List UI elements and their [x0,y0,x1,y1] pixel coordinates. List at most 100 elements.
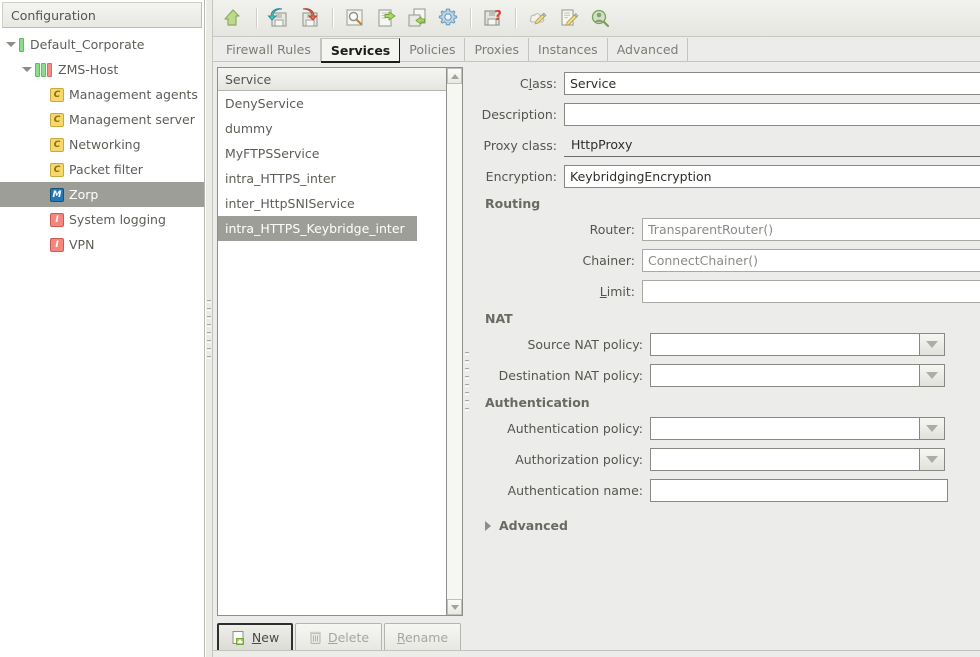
splitter-grip-icon [207,300,211,360]
list-item[interactable]: inter_HttpSNIService [218,191,446,216]
save-export-icon[interactable] [295,3,325,33]
proxy-class-input[interactable]: HttpProxy [564,134,980,157]
trash-icon [308,630,323,645]
pane-splitter-left[interactable] [205,0,213,657]
authorization-policy-dropdown-button[interactable] [920,448,945,471]
router-input[interactable]: TransparentRouter() [642,218,980,241]
tab-firewall-rules[interactable]: Firewall Rules [217,38,321,62]
search-user-icon[interactable] [585,3,615,33]
authentication-policy-dropdown-button[interactable] [920,417,945,440]
destination-nat-row: Destination NAT policy: [493,364,980,387]
authentication-name-label: Authentication name: [507,483,643,498]
tab-policies[interactable]: Policies [400,38,466,62]
source-nat-input[interactable] [650,333,920,356]
new-button[interactable]: New [217,623,294,652]
delete-button[interactable]: Delete [295,623,382,652]
encryption-input[interactable]: KeybridgingEncryption [564,165,980,188]
tab-services[interactable]: Services [320,38,401,63]
new-document-plus-icon [231,630,247,646]
delete-button-label: Delete [327,630,370,645]
tree-item-label: Management agents [69,87,198,102]
tree-item-networking[interactable]: C Networking [0,132,204,157]
separator [470,8,472,28]
router-row: Router: TransparentRouter() ... [493,218,980,241]
separator [332,8,334,28]
list-item[interactable]: dummy [218,116,446,141]
encryption-row: Encryption: KeybridgingEncryption [479,165,980,188]
source-nat-dropdown-button[interactable] [920,333,945,356]
chainer-label: Chainer: [582,253,635,268]
tree-item-packet-filter[interactable]: C Packet filter [0,157,204,182]
service-list-scrollbar[interactable] [446,67,463,616]
router-label: Router: [589,222,635,237]
tab-instances[interactable]: Instances [529,38,608,62]
class-input[interactable]: Service [564,72,980,95]
authorization-policy-row: Authorization policy: [493,448,980,471]
expander-icon[interactable] [20,63,33,76]
zorp-configuration-window: Configuration Default_Corporate ZMS-Host… [0,0,980,657]
scrollbar-track[interactable] [447,84,462,599]
tree-item-default-corporate[interactable]: Default_Corporate [0,32,204,57]
rename-button[interactable]: Rename [383,623,461,652]
description-input[interactable] [564,103,980,126]
authorization-policy-label: Authorization policy: [515,452,643,467]
separator [515,8,517,28]
limit-input[interactable] [642,280,980,303]
instance-i-icon: I [50,237,64,252]
main-area: ? Firewall Rules Services Policies Proxi… [213,0,980,657]
tree-item-vpn[interactable]: I VPN [0,232,204,257]
component-c-icon: C [50,87,64,102]
description-label: Description: [481,107,557,122]
service-listbox-wrapper: Service DenyService dummy MyFTPSService … [217,67,463,616]
tab-advanced[interactable]: Advanced [608,38,689,62]
document-edit-icon[interactable] [554,3,584,33]
scroll-down-arrow-icon[interactable] [447,599,462,615]
tree-item-system-logging[interactable]: I System logging [0,207,204,232]
service-column-header[interactable]: Service [218,68,446,91]
upload-icon[interactable] [219,3,249,33]
chainer-input[interactable]: ConnectChainer() [642,249,980,272]
document-out-icon[interactable] [402,3,432,33]
tree-item-label: VPN [69,237,95,252]
service-list-column: Service DenyService dummy MyFTPSService … [213,62,463,657]
list-item[interactable]: MyFTPSService [218,141,446,166]
service-listbox[interactable]: Service DenyService dummy MyFTPSService … [217,67,446,616]
status-bar [213,650,980,657]
module-m-icon: M [50,187,64,202]
encryption-label: Encryption: [485,169,557,184]
authentication-policy-input[interactable] [650,417,920,440]
new-button-label: New [251,630,280,645]
tree-item-management-agents[interactable]: C Management agents [0,82,204,107]
authentication-section-title: Authentication [485,395,590,410]
authentication-name-input[interactable] [650,479,948,502]
expander-icon[interactable] [4,38,17,51]
settings-gear-icon[interactable] [433,3,463,33]
advanced-expander[interactable]: Advanced [485,518,980,533]
list-item[interactable]: intra_HTTPS_inter [218,166,446,191]
configuration-tree-header: Configuration [2,2,202,28]
list-item[interactable]: DenyService [218,91,446,116]
authorization-policy-input[interactable] [650,448,920,471]
document-in-icon[interactable] [371,3,401,33]
splitter-grip-icon [465,352,469,412]
source-nat-label: Source NAT policy: [527,337,643,352]
tree-item-label: System logging [69,212,166,227]
tree-item-label: Zorp [69,187,99,202]
tab-proxies[interactable]: Proxies [465,38,530,62]
list-item[interactable]: intra_HTTPS_Keybridge_inter [218,216,417,241]
tree-item-zorp[interactable]: M Zorp [0,182,204,207]
routing-section-title: Routing [485,196,541,211]
destination-nat-dropdown-button[interactable] [920,364,945,387]
cloud-edit-icon[interactable] [523,3,553,33]
search-icon[interactable] [340,3,370,33]
svg-text:?: ? [494,9,502,24]
class-row: Class: Service [479,72,980,95]
description-row: Description: ... [479,103,980,126]
save-help-icon[interactable]: ? [478,3,508,33]
tree-item-management-server[interactable]: C Management server [0,107,204,132]
pane-splitter-right[interactable] [463,62,471,657]
save-import-icon[interactable] [264,3,294,33]
tree-item-zms-host[interactable]: ZMS-Host [0,57,204,82]
scroll-up-arrow-icon[interactable] [447,68,462,84]
destination-nat-input[interactable] [650,364,920,387]
